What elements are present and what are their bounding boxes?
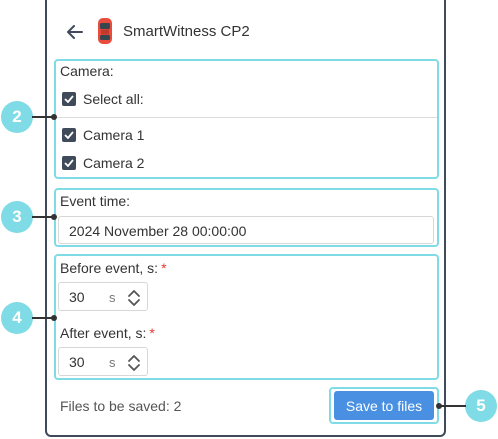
after-event-label-text: After event, s: bbox=[60, 325, 147, 341]
checkmark-icon bbox=[64, 131, 74, 139]
callout-5-dot bbox=[436, 403, 442, 409]
camera-divider bbox=[56, 117, 437, 118]
callout-2: 2 bbox=[1, 101, 33, 133]
page-title: SmartWitness CP2 bbox=[123, 23, 250, 40]
callout-4: 4 bbox=[1, 302, 33, 334]
select-all-checkbox[interactable] bbox=[62, 92, 76, 106]
callout-2-dot bbox=[51, 114, 57, 120]
event-time-value: 2024 November 28 00:00:00 bbox=[69, 223, 247, 239]
camera-1-checkbox[interactable] bbox=[62, 128, 76, 142]
select-all-label: Select all: bbox=[83, 91, 144, 107]
after-event-stepper[interactable]: 30 s bbox=[58, 347, 148, 376]
event-time-label: Event time: bbox=[60, 193, 131, 209]
dialog-header: SmartWitness CP2 bbox=[47, 0, 444, 58]
save-to-files-button[interactable]: Save to files bbox=[334, 391, 434, 420]
camera-2-checkbox[interactable] bbox=[62, 156, 76, 170]
checkmark-icon bbox=[64, 159, 74, 167]
callout-3-dot bbox=[51, 214, 57, 220]
required-mark: * bbox=[149, 325, 155, 341]
car-icon bbox=[98, 18, 112, 44]
after-event-value: 30 bbox=[69, 354, 85, 370]
callout-5: 5 bbox=[465, 390, 497, 422]
before-event-label-text: Before event, s: bbox=[60, 260, 159, 276]
files-count-label: Files to be saved: 2 bbox=[60, 398, 182, 414]
checkmark-icon bbox=[64, 95, 74, 103]
callout-5-line bbox=[439, 405, 466, 407]
back-button[interactable] bbox=[65, 22, 85, 42]
callout-3: 3 bbox=[1, 201, 33, 233]
camera-2-label: Camera 2 bbox=[83, 155, 145, 171]
before-event-unit: s bbox=[109, 290, 116, 305]
before-event-value: 30 bbox=[69, 289, 85, 305]
required-mark: * bbox=[161, 260, 167, 276]
before-event-label: Before event, s: * bbox=[60, 260, 167, 276]
before-event-stepper[interactable]: 30 s bbox=[58, 282, 148, 311]
event-time-input[interactable]: 2024 November 28 00:00:00 bbox=[58, 216, 434, 244]
camera-1-label: Camera 1 bbox=[83, 127, 145, 143]
after-event-unit: s bbox=[109, 355, 116, 370]
after-event-label: After event, s: * bbox=[60, 325, 155, 341]
chevron-up-down-icon[interactable] bbox=[127, 353, 141, 373]
arrow-left-icon bbox=[67, 25, 83, 39]
chevron-up-down-icon[interactable] bbox=[127, 288, 141, 308]
camera-label: Camera: bbox=[60, 63, 114, 79]
callout-4-dot bbox=[51, 315, 57, 321]
